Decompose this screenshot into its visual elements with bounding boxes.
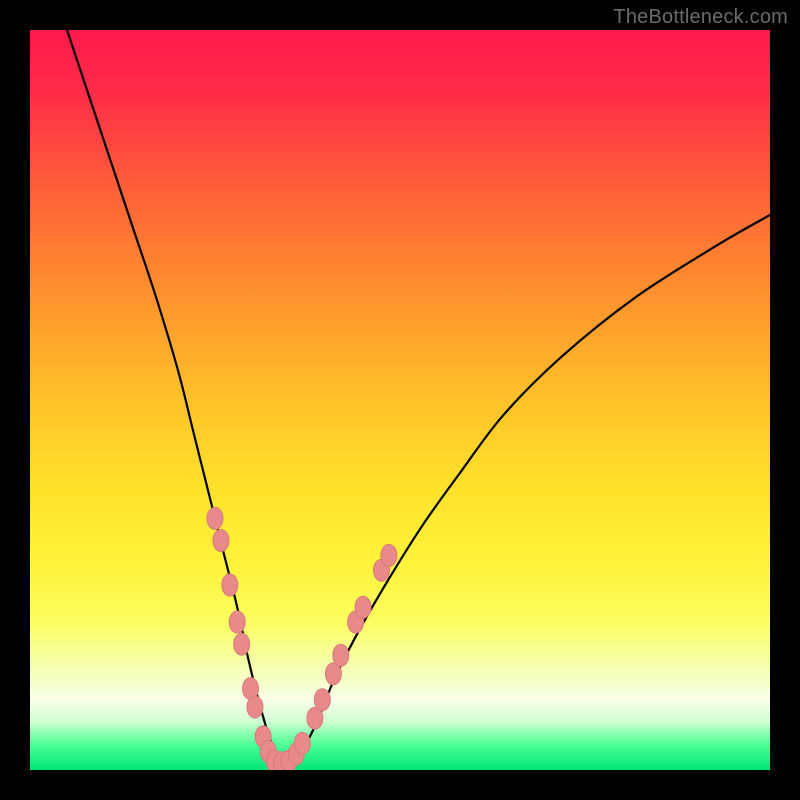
marker-dot (207, 507, 223, 529)
plot-area (30, 30, 770, 770)
marker-dot (213, 530, 229, 552)
curve-layer (30, 30, 770, 770)
marker-dot (229, 611, 245, 633)
marker-dot (381, 544, 397, 566)
marker-dot (222, 574, 238, 596)
marker-dot (314, 689, 330, 711)
watermark-text: TheBottleneck.com (613, 6, 788, 29)
bottleneck-curve (67, 30, 770, 765)
marker-group (207, 507, 397, 770)
marker-dot (355, 596, 371, 618)
marker-dot (234, 633, 250, 655)
marker-dot (247, 696, 263, 718)
chart-frame: TheBottleneck.com (0, 0, 800, 800)
marker-dot (294, 732, 310, 754)
marker-dot (333, 644, 349, 666)
